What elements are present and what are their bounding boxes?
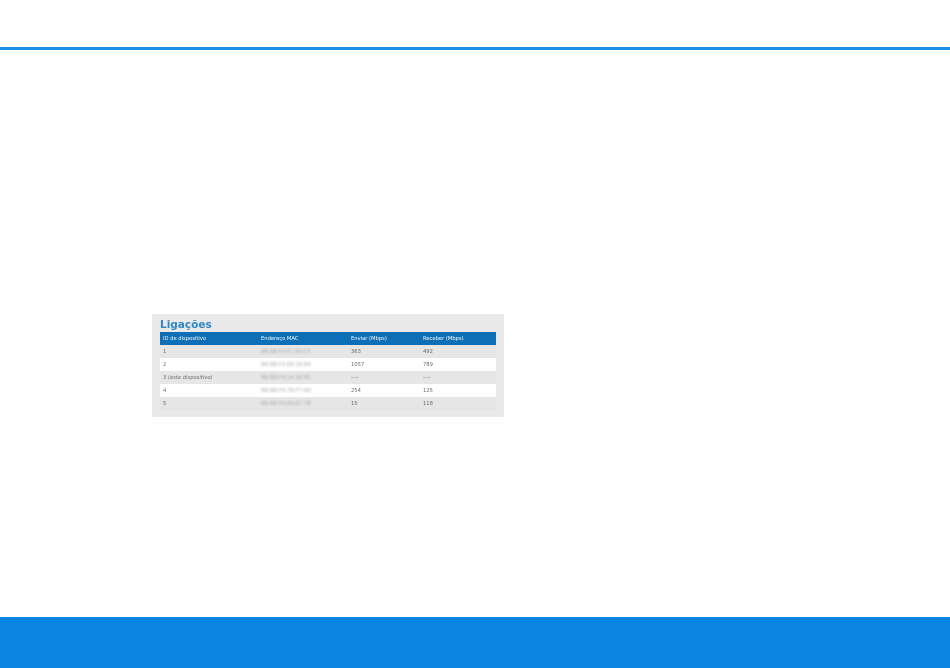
device-id-cell: 4: [160, 384, 258, 397]
device-id: 5: [163, 400, 167, 407]
send-cell: ----: [348, 371, 420, 384]
device-id: 1: [163, 348, 167, 355]
column-header-mac: Endereço MAC: [258, 332, 348, 345]
mac-cell: BB:BB:F4:7B:F7:AD: [258, 384, 348, 397]
receive-cell: 125: [420, 384, 496, 397]
connections-title: Ligações: [160, 319, 212, 331]
top-divider-line: [0, 47, 950, 50]
footer-band: [0, 617, 950, 668]
device-id-cell: 2: [160, 358, 258, 371]
device-id: 2: [163, 361, 167, 368]
send-cell: 15: [348, 397, 420, 410]
mac-cell: BB:BB:F4:1A:2E:B5: [258, 371, 348, 384]
receive-cell: 118: [420, 397, 496, 410]
column-header-device-id: ID de dispositivo: [160, 332, 258, 345]
this-device-note: (este dispositivo): [167, 374, 213, 381]
device-id: 3: [163, 374, 167, 381]
device-id-cell: 1: [160, 345, 258, 358]
device-id-cell: 3 (este dispositivo): [160, 371, 258, 384]
table-row: 4 BB:BB:F4:7B:F7:AD 254 125: [160, 384, 496, 397]
send-cell: 1057: [348, 358, 420, 371]
connections-table: ID de dispositivo Endereço MAC Enviar (M…: [160, 332, 496, 410]
send-cell: 363: [348, 345, 420, 358]
send-cell: 254: [348, 384, 420, 397]
mac-address: BB:BB:F4:7B:F7:AD: [261, 387, 311, 394]
device-id: 4: [163, 387, 167, 394]
mac-cell: BB:BB:F4:8A:EC:7B: [258, 397, 348, 410]
mac-address: BB:BB:F4:DE:1E:B4: [261, 361, 311, 368]
mac-cell: BB:BB:F4:FC:80:C5: [258, 345, 348, 358]
table-row: 2 BB:BB:F4:DE:1E:B4 1057 789: [160, 358, 496, 371]
mac-address: BB:BB:F4:FC:80:C5: [261, 348, 311, 355]
device-id-cell: 5: [160, 397, 258, 410]
table-row: 3 (este dispositivo) BB:BB:F4:1A:2E:B5 -…: [160, 371, 496, 384]
receive-cell: 789: [420, 358, 496, 371]
table-row: 1 BB:BB:F4:FC:80:C5 363 492: [160, 345, 496, 358]
mac-address: BB:BB:F4:1A:2E:B5: [261, 374, 311, 381]
connections-panel: Ligações ID de dispositivo Endereço MAC …: [152, 314, 504, 417]
mac-address: BB:BB:F4:8A:EC:7B: [261, 400, 311, 407]
column-header-send: Enviar (Mbps): [348, 332, 420, 345]
receive-cell: ----: [420, 371, 496, 384]
mac-cell: BB:BB:F4:DE:1E:B4: [258, 358, 348, 371]
table-row: 5 BB:BB:F4:8A:EC:7B 15 118: [160, 397, 496, 410]
table-header-row: ID de dispositivo Endereço MAC Enviar (M…: [160, 332, 496, 345]
column-header-receive: Receber (Mbps): [420, 332, 496, 345]
receive-cell: 492: [420, 345, 496, 358]
